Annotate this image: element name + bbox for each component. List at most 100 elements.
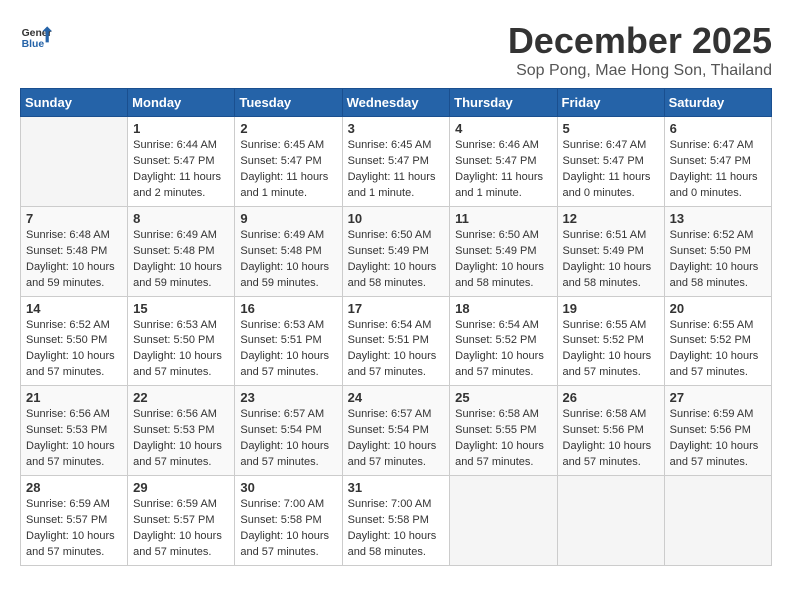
calendar-day-cell: 3 Sunrise: 6:45 AMSunset: 5:47 PMDaylight… <box>342 117 450 207</box>
day-number: 26 <box>563 390 659 405</box>
day-number: 8 <box>133 211 229 226</box>
day-number: 16 <box>240 301 336 316</box>
calendar-week-row: 14Sunrise: 6:52 AMSunset: 5:50 PMDayligh… <box>21 296 772 386</box>
day-info: Sunrise: 6:53 AMSunset: 5:50 PMDaylight:… <box>133 318 229 382</box>
day-info: Sunrise: 6:59 AMSunset: 5:56 PMDaylight:… <box>670 407 766 471</box>
location-title: Sop Pong, Mae Hong Son, Thailand <box>508 62 772 80</box>
calendar-day-cell: 18 Sunrise: 6:54 AMSunset: 5:52 PMDayligh… <box>450 296 557 386</box>
weekday-header-cell: Monday <box>128 89 235 117</box>
day-number: 7 <box>26 211 122 226</box>
calendar-day-cell: 21Sunrise: 6:56 AMSunset: 5:53 PMDayligh… <box>21 386 128 476</box>
calendar-day-cell: 15 Sunrise: 6:53 AMSunset: 5:50 PMDayligh… <box>128 296 235 386</box>
day-number: 10 <box>348 211 445 226</box>
day-number: 25 <box>455 390 551 405</box>
svg-text:Blue: Blue <box>22 39 45 50</box>
day-number: 13 <box>670 211 766 226</box>
day-number: 5 <box>563 121 659 136</box>
day-info: Sunrise: 6:45 AMSunset: 5:47 PMDaylight:… <box>348 138 445 202</box>
day-info: Sunrise: 6:55 AMSunset: 5:52 PMDaylight:… <box>563 318 659 382</box>
calendar-day-cell: 14Sunrise: 6:52 AMSunset: 5:50 PMDayligh… <box>21 296 128 386</box>
day-number: 9 <box>240 211 336 226</box>
day-info: Sunrise: 6:56 AMSunset: 5:53 PMDaylight:… <box>133 407 229 471</box>
calendar-day-cell: 13 Sunrise: 6:52 AMSunset: 5:50 PMDayligh… <box>664 206 771 296</box>
day-number: 4 <box>455 121 551 136</box>
calendar-day-cell <box>21 117 128 207</box>
calendar-day-cell: 27 Sunrise: 6:59 AMSunset: 5:56 PMDayligh… <box>664 386 771 476</box>
calendar-day-cell: 29 Sunrise: 6:59 AMSunset: 5:57 PMDayligh… <box>128 476 235 566</box>
calendar-day-cell <box>557 476 664 566</box>
calendar-week-row: 7 Sunrise: 6:48 AMSunset: 5:48 PMDaylight… <box>21 206 772 296</box>
calendar-day-cell: 16 Sunrise: 6:53 AMSunset: 5:51 PMDayligh… <box>235 296 342 386</box>
day-number: 18 <box>455 301 551 316</box>
weekday-header-cell: Sunday <box>21 89 128 117</box>
day-number: 22 <box>133 390 229 405</box>
weekday-header-cell: Saturday <box>664 89 771 117</box>
calendar-day-cell: 6 Sunrise: 6:47 AMSunset: 5:47 PMDaylight… <box>664 117 771 207</box>
day-number: 23 <box>240 390 336 405</box>
day-info: Sunrise: 6:48 AMSunset: 5:48 PMDaylight:… <box>26 228 122 292</box>
day-number: 15 <box>133 301 229 316</box>
calendar-day-cell: 19 Sunrise: 6:55 AMSunset: 5:52 PMDayligh… <box>557 296 664 386</box>
day-number: 11 <box>455 211 551 226</box>
day-number: 30 <box>240 480 336 495</box>
day-number: 29 <box>133 480 229 495</box>
calendar-day-cell: 26 Sunrise: 6:58 AMSunset: 5:56 PMDayligh… <box>557 386 664 476</box>
calendar-day-cell: 28Sunrise: 6:59 AMSunset: 5:57 PMDayligh… <box>21 476 128 566</box>
calendar-day-cell: 22 Sunrise: 6:56 AMSunset: 5:53 PMDayligh… <box>128 386 235 476</box>
day-info: Sunrise: 6:54 AMSunset: 5:51 PMDaylight:… <box>348 318 445 382</box>
weekday-header-cell: Tuesday <box>235 89 342 117</box>
calendar-day-cell: 30 Sunrise: 7:00 AMSunset: 5:58 PMDayligh… <box>235 476 342 566</box>
calendar-day-cell <box>450 476 557 566</box>
day-info: Sunrise: 6:57 AMSunset: 5:54 PMDaylight:… <box>348 407 445 471</box>
day-number: 20 <box>670 301 766 316</box>
day-info: Sunrise: 6:57 AMSunset: 5:54 PMDaylight:… <box>240 407 336 471</box>
weekday-header-cell: Thursday <box>450 89 557 117</box>
month-title: December 2025 <box>508 20 772 62</box>
day-info: Sunrise: 7:00 AMSunset: 5:58 PMDaylight:… <box>240 497 336 561</box>
day-number: 17 <box>348 301 445 316</box>
calendar-day-cell: 2Sunrise: 6:45 AMSunset: 5:47 PMDaylight… <box>235 117 342 207</box>
day-info: Sunrise: 6:58 AMSunset: 5:56 PMDaylight:… <box>563 407 659 471</box>
calendar-day-cell: 9 Sunrise: 6:49 AMSunset: 5:48 PMDaylight… <box>235 206 342 296</box>
calendar-day-cell: 31 Sunrise: 7:00 AMSunset: 5:58 PMDayligh… <box>342 476 450 566</box>
logo: General Blue <box>20 20 52 52</box>
day-info: Sunrise: 6:47 AMSunset: 5:47 PMDaylight:… <box>670 138 766 202</box>
day-info: Sunrise: 6:59 AMSunset: 5:57 PMDaylight:… <box>26 497 122 561</box>
calendar-day-cell: 10 Sunrise: 6:50 AMSunset: 5:49 PMDayligh… <box>342 206 450 296</box>
day-info: Sunrise: 6:50 AMSunset: 5:49 PMDaylight:… <box>348 228 445 292</box>
day-info: Sunrise: 6:51 AMSunset: 5:49 PMDaylight:… <box>563 228 659 292</box>
day-number: 27 <box>670 390 766 405</box>
weekday-header-cell: Friday <box>557 89 664 117</box>
day-info: Sunrise: 6:52 AMSunset: 5:50 PMDaylight:… <box>670 228 766 292</box>
day-number: 31 <box>348 480 445 495</box>
day-info: Sunrise: 6:54 AMSunset: 5:52 PMDaylight:… <box>455 318 551 382</box>
day-number: 6 <box>670 121 766 136</box>
day-info: Sunrise: 6:44 AMSunset: 5:47 PMDaylight:… <box>133 138 229 202</box>
day-number: 3 <box>348 121 445 136</box>
calendar-day-cell: 25 Sunrise: 6:58 AMSunset: 5:55 PMDayligh… <box>450 386 557 476</box>
calendar-table: SundayMondayTuesdayWednesdayThursdayFrid… <box>20 88 772 566</box>
calendar-week-row: 1 Sunrise: 6:44 AMSunset: 5:47 PMDaylight… <box>21 117 772 207</box>
day-number: 12 <box>563 211 659 226</box>
day-number: 19 <box>563 301 659 316</box>
calendar-day-cell: 12 Sunrise: 6:51 AMSunset: 5:49 PMDayligh… <box>557 206 664 296</box>
calendar-day-cell: 17 Sunrise: 6:54 AMSunset: 5:51 PMDayligh… <box>342 296 450 386</box>
day-number: 14 <box>26 301 122 316</box>
title-section: December 2025 Sop Pong, Mae Hong Son, Th… <box>508 20 772 80</box>
calendar-day-cell: 1 Sunrise: 6:44 AMSunset: 5:47 PMDaylight… <box>128 117 235 207</box>
day-info: Sunrise: 6:59 AMSunset: 5:57 PMDaylight:… <box>133 497 229 561</box>
calendar-day-cell: 24Sunrise: 6:57 AMSunset: 5:54 PMDayligh… <box>342 386 450 476</box>
day-info: Sunrise: 7:00 AMSunset: 5:58 PMDaylight:… <box>348 497 445 561</box>
calendar-body: 1 Sunrise: 6:44 AMSunset: 5:47 PMDaylight… <box>21 117 772 566</box>
day-info: Sunrise: 6:45 AMSunset: 5:47 PMDaylight:… <box>240 138 336 202</box>
calendar-day-cell <box>664 476 771 566</box>
day-info: Sunrise: 6:53 AMSunset: 5:51 PMDaylight:… <box>240 318 336 382</box>
calendar-day-cell: 23 Sunrise: 6:57 AMSunset: 5:54 PMDayligh… <box>235 386 342 476</box>
day-info: Sunrise: 6:49 AMSunset: 5:48 PMDaylight:… <box>133 228 229 292</box>
day-number: 1 <box>133 121 229 136</box>
day-number: 21 <box>26 390 122 405</box>
logo-icon: General Blue <box>20 20 52 52</box>
calendar-day-cell: 5Sunrise: 6:47 AMSunset: 5:47 PMDaylight… <box>557 117 664 207</box>
day-info: Sunrise: 6:49 AMSunset: 5:48 PMDaylight:… <box>240 228 336 292</box>
day-info: Sunrise: 6:58 AMSunset: 5:55 PMDaylight:… <box>455 407 551 471</box>
